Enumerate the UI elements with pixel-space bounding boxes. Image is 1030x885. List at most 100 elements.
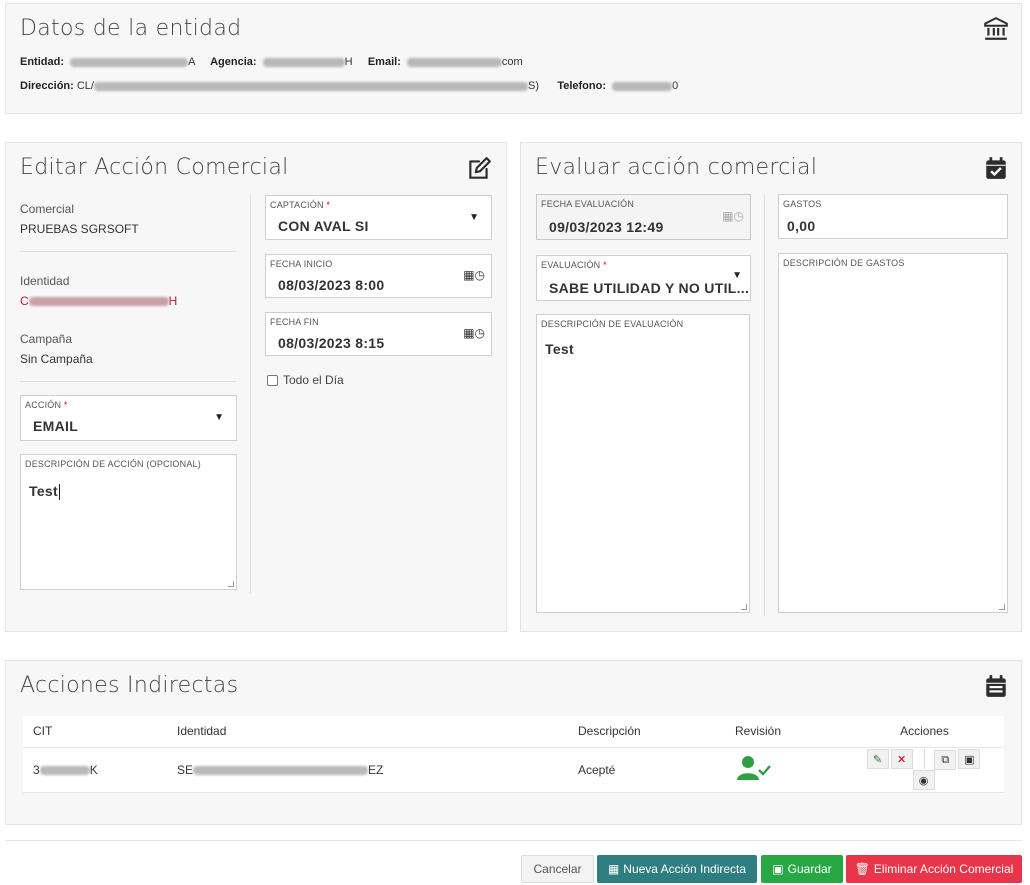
agencia-redacted xyxy=(262,57,345,67)
campana-label: Campaña xyxy=(20,332,73,346)
telefono-label: Telefono: xyxy=(557,80,607,92)
evaluacion-description-textarea[interactable]: DESCRIPCIÓN DE EVALUACIÓN Test xyxy=(536,314,750,613)
edit-row-button[interactable]: ✎ xyxy=(866,749,889,769)
email-label: Email: xyxy=(367,56,401,68)
table-row[interactable]: 3K SE EZ Acepté ✎ ✕ ⧉ ▣◉ xyxy=(23,747,1004,793)
identidad-redacted xyxy=(193,765,369,775)
identidad-redacted xyxy=(28,297,169,307)
email-redacted xyxy=(406,57,502,67)
column-header-revision: Revisión xyxy=(725,716,845,748)
evaluacion-value: SABE UTILIDAD Y NO UTIL... xyxy=(549,280,750,296)
acciones-cell: ✎ ✕ ⧉ ▣ ◉ xyxy=(845,747,1004,793)
edit-icon[interactable] xyxy=(466,156,492,182)
evaluate-title: Evaluar acción comercial xyxy=(535,155,818,180)
delete-action-label: Eliminar Acción Comercial xyxy=(873,862,1014,876)
column-header-descripcion: Descripción xyxy=(568,716,725,748)
identidad-value-head: C xyxy=(20,294,29,308)
save-button[interactable]: ▣ Guardar xyxy=(761,855,843,883)
entity-title: Datos de la entidad xyxy=(20,16,242,41)
cancel-button[interactable]: Cancelar xyxy=(521,855,594,883)
fecha-inicio-input[interactable]: FECHA INICIO 08/03/2023 8:00 ▦◷ xyxy=(265,254,492,298)
save-icon: ▣ xyxy=(772,862,784,876)
campana-value: Sin Campaña xyxy=(20,352,93,366)
delete-action-button[interactable]: 🗑 Eliminar Acción Comercial xyxy=(846,855,1022,883)
indirect-title: Acciones Indirectas xyxy=(20,673,239,698)
footer-separator xyxy=(5,840,1022,841)
save-button-label: Guardar xyxy=(787,862,832,876)
calendar-icon: ▦ xyxy=(607,862,620,876)
direccion-redacted xyxy=(93,81,528,91)
divider xyxy=(20,251,236,252)
edit-action-card: Editar Acción Comercial Comercial PRUEBA… xyxy=(5,142,507,632)
agencia-value-tail: H xyxy=(344,56,353,68)
resize-handle[interactable] xyxy=(741,604,747,610)
calendar-clock-icon: ▦◷ xyxy=(722,209,744,223)
checkbox-box[interactable] xyxy=(267,374,278,386)
new-indirect-action-button[interactable]: ▦ Nueva Acción Indirecta xyxy=(597,855,757,883)
gastos-description-label: DESCRIPCIÓN DE GASTOS xyxy=(783,258,905,268)
delete-row-button[interactable]: ✕ xyxy=(890,749,913,769)
calendar-icon[interactable] xyxy=(983,673,1009,699)
fecha-inicio-value: 08/03/2023 8:00 xyxy=(278,277,385,293)
gastos-value: 0,00 xyxy=(787,218,816,234)
accion-select-label: ACCIÓN * xyxy=(25,400,68,410)
text-cursor xyxy=(58,484,60,501)
captacion-select[interactable]: CAPTACIÓN * CON AVAL SI ▼ xyxy=(265,195,492,240)
direccion-value-head: CL/ xyxy=(76,80,94,92)
column-header-cit: CIT xyxy=(23,716,167,748)
required-mark: * xyxy=(326,200,331,210)
accion-description-text: Test xyxy=(29,483,58,499)
column-header-acciones: Acciones xyxy=(845,716,1004,748)
divider xyxy=(20,381,236,382)
identidad-head: SE xyxy=(177,762,194,777)
cancel-button-label: Cancelar xyxy=(533,862,582,876)
direccion-label: Dirección: xyxy=(20,80,74,92)
cit-tail: K xyxy=(89,762,98,777)
gastos-description-textarea[interactable]: DESCRIPCIÓN DE GASTOS xyxy=(778,253,1008,613)
trash-icon: 🗑 xyxy=(854,862,870,876)
evaluacion-select[interactable]: EVALUACIÓN * SABE UTILIDAD Y NO UTIL... … xyxy=(536,255,751,301)
calendar-check-icon xyxy=(986,157,1006,179)
identidad-value: CH xyxy=(20,294,177,308)
resize-handle[interactable] xyxy=(999,604,1005,610)
entidad-redacted xyxy=(70,57,189,67)
comercial-label: Comercial xyxy=(20,202,75,216)
accion-value: EMAIL xyxy=(33,418,79,434)
required-mark: * xyxy=(63,400,68,410)
calendar-plus-icon[interactable]: ▣ xyxy=(958,749,981,769)
accion-description-label: DESCRIPCIÓN DE ACCIÓN (OPCIONAL) xyxy=(25,459,201,469)
button-group-separator xyxy=(924,749,925,770)
fecha-inicio-label: FECHA INICIO xyxy=(270,259,333,269)
edit-title: Editar Acción Comercial xyxy=(20,155,289,180)
accion-description-textarea[interactable]: DESCRIPCIÓN DE ACCIÓN (OPCIONAL) Test xyxy=(20,454,237,590)
evaluate-action-card: Evaluar acción comercial FECHA EVALUACIÓ… xyxy=(520,142,1022,632)
todo-el-dia-checkbox[interactable]: Todo el Día xyxy=(267,373,344,387)
calendar-clock-icon[interactable]: ▦◷ xyxy=(463,326,485,340)
evaluacion-description-value: Test xyxy=(545,341,574,357)
accion-label-text: ACCIÓN xyxy=(25,400,62,410)
gastos-input[interactable]: GASTOS 0,00 xyxy=(778,194,1008,239)
fecha-fin-input[interactable]: FECHA FIN 08/03/2023 8:15 ▦◷ xyxy=(265,312,492,356)
identidad-label: Identidad xyxy=(20,274,70,288)
calendar-clock-icon[interactable]: ▦◷ xyxy=(463,268,485,282)
comercial-value: PRUEBAS SGRSOFT xyxy=(20,222,139,236)
telefono-redacted xyxy=(612,81,673,91)
agencia-label: Agencia: xyxy=(210,56,257,68)
entity-card: Datos de la entidad Entidad: A Agencia: … xyxy=(5,3,1022,114)
bank-icon xyxy=(984,17,1008,40)
fecha-evaluacion-input[interactable]: FECHA EVALUACIÓN 09/03/2023 12:49 ▦◷ xyxy=(536,194,751,240)
entidad-label: Entidad: xyxy=(20,56,64,68)
fecha-fin-label: FECHA FIN xyxy=(270,317,319,327)
eye-icon[interactable]: ◉ xyxy=(912,770,935,790)
resize-handle[interactable] xyxy=(228,581,234,587)
entity-info-line-1: Entidad: A Agencia: H Email: com xyxy=(20,56,523,68)
fecha-evaluacion-label: FECHA EVALUACIÓN xyxy=(541,199,635,209)
descripcion-cell: Acepté xyxy=(568,747,725,793)
direccion-value-tail: S) xyxy=(527,80,539,92)
user-check-icon xyxy=(737,756,771,780)
accion-select[interactable]: ACCIÓN * EMAIL ▼ xyxy=(20,395,237,441)
fecha-evaluacion-value: 09/03/2023 12:49 xyxy=(549,219,664,235)
evaluacion-select-label: EVALUACIÓN * xyxy=(541,260,607,270)
indirect-actions-card: Acciones Indirectas CIT Identidad Descri… xyxy=(5,660,1022,825)
external-link-icon[interactable]: ⧉ xyxy=(934,750,957,770)
